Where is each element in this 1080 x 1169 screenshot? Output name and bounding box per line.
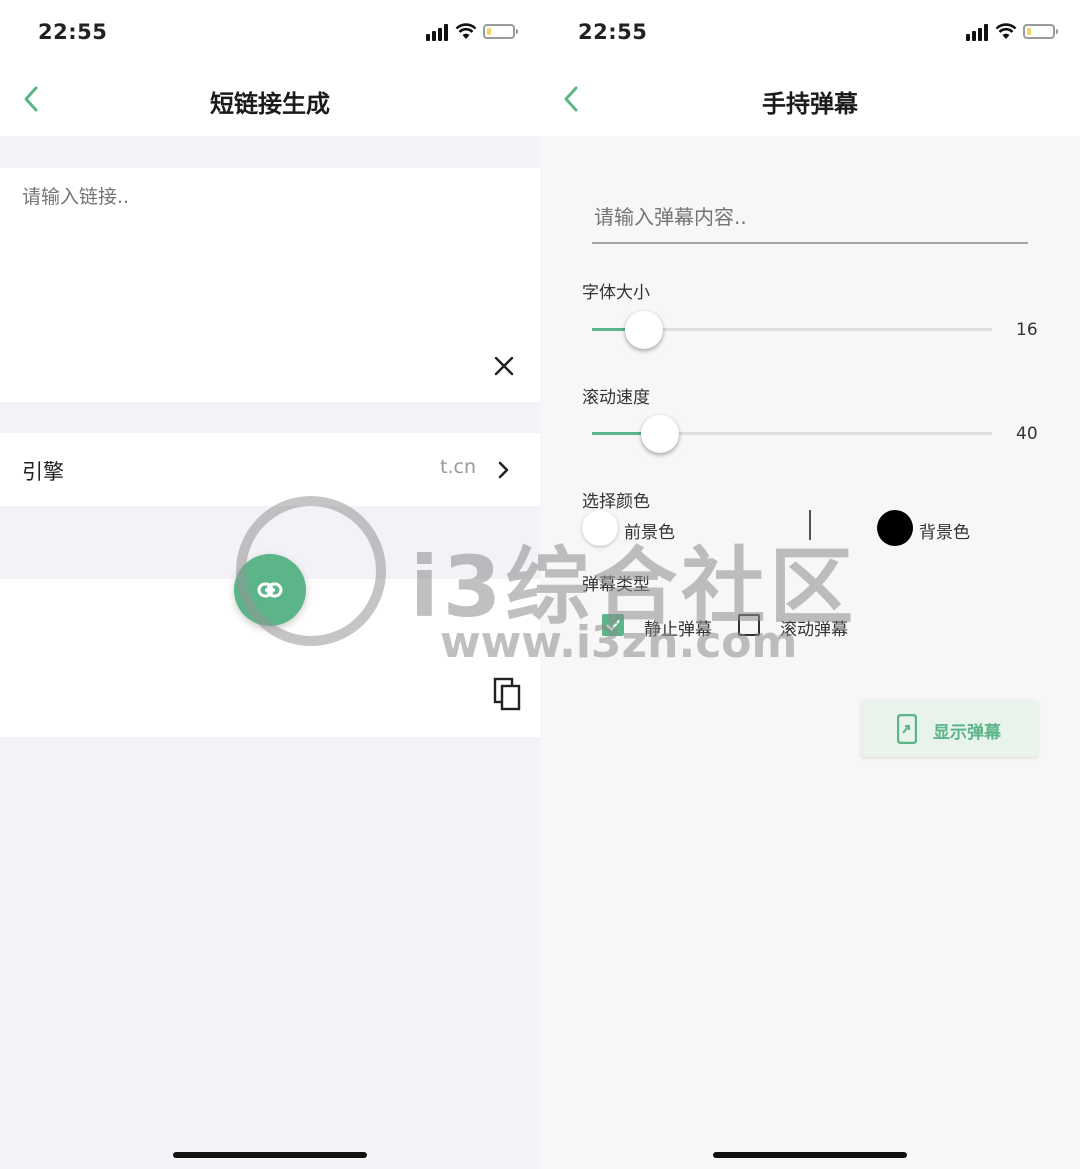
- background-label: 背景色: [919, 523, 970, 543]
- cellular-signal-icon: [966, 24, 988, 41]
- link-input-card: [0, 168, 540, 402]
- watermark-url: www.i3zh.com: [440, 617, 798, 668]
- engine-row[interactable]: 引擎 t.cn: [0, 433, 540, 506]
- engine-value: t.cn: [440, 456, 476, 478]
- chevron-right-icon: [498, 461, 509, 479]
- show-danmu-button[interactable]: 显示弹幕: [861, 700, 1038, 757]
- wifi-icon: [995, 23, 1017, 39]
- font-size-slider[interactable]: [592, 310, 992, 350]
- wifi-icon: [455, 23, 477, 39]
- cellular-signal-icon: [426, 24, 448, 41]
- background-color-swatch[interactable]: [877, 510, 913, 546]
- color-label: 选择颜色: [582, 492, 650, 512]
- copy-icon[interactable]: [493, 677, 523, 711]
- slider-thumb[interactable]: [641, 415, 679, 453]
- battery-icon: [1023, 24, 1058, 39]
- status-time: 22:55: [578, 20, 648, 44]
- slider-thumb[interactable]: [625, 311, 663, 349]
- status-bar: 22:55: [540, 0, 1080, 64]
- engine-label: 引擎: [22, 460, 64, 484]
- watermark-logo: [236, 496, 386, 646]
- page-title: 手持弹幕: [762, 90, 858, 118]
- page-title: 短链接生成: [210, 90, 330, 118]
- nav-bar: 手持弹幕: [540, 64, 1080, 136]
- phone-share-icon: [897, 714, 917, 744]
- clear-icon[interactable]: [490, 352, 518, 380]
- danmu-text-input[interactable]: [592, 192, 1028, 244]
- speed-value: 40: [1016, 424, 1038, 444]
- status-time: 22:55: [38, 20, 108, 44]
- nav-bar: 短链接生成: [0, 64, 540, 136]
- status-bar: 22:55: [0, 0, 540, 64]
- speed-slider[interactable]: [592, 414, 992, 454]
- battery-icon: [483, 24, 518, 39]
- font-size-value: 16: [1016, 320, 1038, 340]
- link-input[interactable]: [22, 186, 502, 208]
- home-indicator: [173, 1152, 367, 1158]
- show-danmu-label: 显示弹幕: [933, 723, 1001, 743]
- speed-label: 滚动速度: [582, 388, 650, 408]
- home-indicator: [713, 1152, 907, 1158]
- font-size-label: 字体大小: [582, 283, 650, 303]
